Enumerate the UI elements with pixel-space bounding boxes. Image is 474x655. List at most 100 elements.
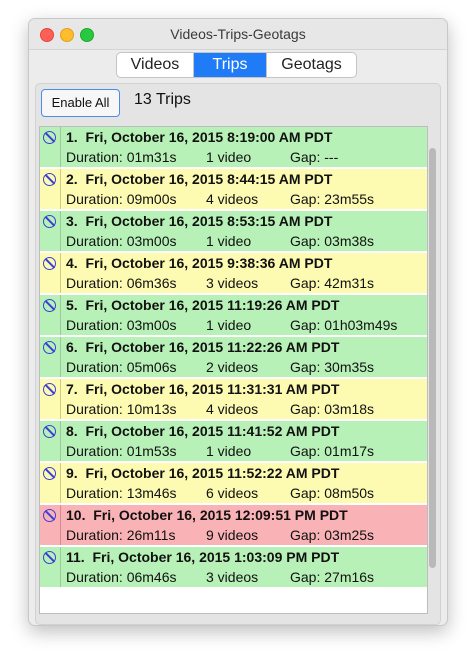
trip-row[interactable]: 8. Fri, October 16, 2015 11:41:52 AM PDT… xyxy=(40,421,427,463)
disabled-icon[interactable] xyxy=(43,257,56,270)
trip-number: 3. xyxy=(66,213,78,229)
trip-row[interactable]: 10. Fri, October 16, 2015 12:09:51 PM PD… xyxy=(40,505,427,547)
trip-video-count: 1 video xyxy=(206,233,252,249)
trip-gap: Gap: 27m16s xyxy=(290,569,375,585)
trip-datetime: Fri, October 16, 2015 11:22:26 AM PDT xyxy=(85,339,340,355)
trips-list[interactable]: 1. Fri, October 16, 2015 8:19:00 AM PDT D… xyxy=(39,126,428,614)
trip-gap: Gap: 23m55s xyxy=(290,191,375,207)
trip-duration: Duration: 01m31s xyxy=(66,149,177,165)
trip-duration: Duration: 26m11s xyxy=(66,527,176,543)
trip-row[interactable]: 3. Fri, October 16, 2015 8:53:15 AM PDT D… xyxy=(40,211,427,253)
trip-video-count: 4 videos xyxy=(206,191,259,207)
trip-duration: Duration: 03m00s xyxy=(66,317,177,333)
trip-duration: Duration: 06m46s xyxy=(66,569,177,585)
trip-row[interactable]: 1. Fri, October 16, 2015 8:19:00 AM PDT D… xyxy=(40,127,427,169)
trip-header: 9. Fri, October 16, 2015 11:52:22 AM PDT xyxy=(66,465,339,481)
row-divider xyxy=(60,547,61,587)
trip-datetime: Fri, October 16, 2015 8:19:00 AM PDT xyxy=(85,129,333,145)
row-divider xyxy=(60,463,61,503)
trips-panel: Enable All 13 Trips 1. Fri, October 16, … xyxy=(35,83,441,625)
trip-duration: Duration: 03m00s xyxy=(66,233,177,249)
disabled-icon[interactable] xyxy=(43,551,56,564)
tab-geotags[interactable]: Geotags xyxy=(267,53,356,77)
trip-number: 8. xyxy=(66,423,78,439)
trip-video-count: 1 video xyxy=(206,317,252,333)
trip-count-label: 13 Trips xyxy=(134,91,191,108)
row-divider xyxy=(60,253,61,293)
trip-row[interactable]: 7. Fri, October 16, 2015 11:31:31 AM PDT… xyxy=(40,379,427,421)
disabled-icon[interactable] xyxy=(43,173,56,186)
trip-datetime: Fri, October 16, 2015 8:44:15 AM PDT xyxy=(85,171,333,187)
trip-number: 10. xyxy=(66,507,86,523)
app-window: Videos-Trips-Geotags Videos Trips Geotag… xyxy=(28,18,448,626)
trip-datetime: Fri, October 16, 2015 11:31:31 AM PDT xyxy=(85,381,340,397)
disabled-icon[interactable] xyxy=(43,509,56,522)
disabled-icon[interactable] xyxy=(43,467,56,480)
row-divider xyxy=(60,421,61,461)
trip-video-count: 9 videos xyxy=(206,527,259,543)
trip-video-count: 3 videos xyxy=(206,275,259,291)
row-divider xyxy=(60,337,61,377)
trip-gap: Gap: 03m25s xyxy=(290,527,375,543)
trip-header: 11. Fri, October 16, 2015 1:03:09 PM PDT xyxy=(66,549,339,565)
trip-datetime: Fri, October 16, 2015 12:09:51 PM PDT xyxy=(93,507,348,523)
row-divider xyxy=(60,505,61,545)
trip-number: 1. xyxy=(66,129,78,145)
row-divider xyxy=(60,295,61,335)
title-bar: Videos-Trips-Geotags xyxy=(29,19,447,50)
disabled-icon[interactable] xyxy=(43,383,56,396)
trip-header: 2. Fri, October 16, 2015 8:44:15 AM PDT xyxy=(66,171,332,187)
enable-all-button[interactable]: Enable All xyxy=(41,89,120,117)
disabled-icon[interactable] xyxy=(43,341,56,354)
trip-duration: Duration: 05m06s xyxy=(66,359,177,375)
trip-gap: Gap: --- xyxy=(290,149,339,165)
window-title: Videos-Trips-Geotags xyxy=(170,26,306,42)
trip-gap: Gap: 03m38s xyxy=(290,233,375,249)
trip-gap: Gap: 01h03m49s xyxy=(290,317,398,333)
trip-row[interactable]: 11. Fri, October 16, 2015 1:03:09 PM PDT… xyxy=(40,547,427,589)
trip-video-count: 2 videos xyxy=(206,359,259,375)
trip-video-count: 4 videos xyxy=(206,401,259,417)
trip-number: 7. xyxy=(66,381,78,397)
disabled-icon[interactable] xyxy=(43,131,56,144)
trips-scrollbar[interactable] xyxy=(428,126,438,612)
disabled-icon[interactable] xyxy=(43,299,56,312)
trip-video-count: 1 video xyxy=(206,149,252,165)
row-divider xyxy=(60,127,61,167)
trip-number: 9. xyxy=(66,465,78,481)
trip-row[interactable]: 4. Fri, October 16, 2015 9:38:36 AM PDT D… xyxy=(40,253,427,295)
trip-video-count: 3 videos xyxy=(206,569,259,585)
trip-datetime: Fri, October 16, 2015 11:52:22 AM PDT xyxy=(85,465,340,481)
disabled-icon[interactable] xyxy=(43,215,56,228)
scrollbar-thumb[interactable] xyxy=(429,148,436,568)
trip-row[interactable]: 9. Fri, October 16, 2015 11:52:22 AM PDT… xyxy=(40,463,427,505)
trip-header: 6. Fri, October 16, 2015 11:22:26 AM PDT xyxy=(66,339,339,355)
trip-number: 2. xyxy=(66,171,78,187)
trip-gap: Gap: 08m50s xyxy=(290,485,375,501)
trip-duration: Duration: 01m53s xyxy=(66,443,177,459)
trip-video-count: 6 videos xyxy=(206,485,259,501)
trip-datetime: Fri, October 16, 2015 11:19:26 AM PDT xyxy=(85,297,340,313)
trip-number: 6. xyxy=(66,339,78,355)
trip-gap: Gap: 30m35s xyxy=(290,359,375,375)
trip-header: 3. Fri, October 16, 2015 8:53:15 AM PDT xyxy=(66,213,332,229)
trip-header: 4. Fri, October 16, 2015 9:38:36 AM PDT xyxy=(66,255,332,271)
trip-gap: Gap: 01m17s xyxy=(290,443,375,459)
trip-row[interactable]: 6. Fri, October 16, 2015 11:22:26 AM PDT… xyxy=(40,337,427,379)
trip-number: 4. xyxy=(66,255,78,271)
row-divider xyxy=(60,379,61,419)
trip-row[interactable]: 5. Fri, October 16, 2015 11:19:26 AM PDT… xyxy=(40,295,427,337)
trip-header: 1. Fri, October 16, 2015 8:19:00 AM PDT xyxy=(66,129,332,145)
trip-duration: Duration: 06m36s xyxy=(66,275,177,291)
trip-header: 8. Fri, October 16, 2015 11:41:52 AM PDT xyxy=(66,423,339,439)
tab-trips[interactable]: Trips xyxy=(194,53,267,77)
trip-row[interactable]: 2. Fri, October 16, 2015 8:44:15 AM PDT D… xyxy=(40,169,427,211)
trip-duration: Duration: 10m13s xyxy=(66,401,177,417)
trip-video-count: 1 video xyxy=(206,443,252,459)
disabled-icon[interactable] xyxy=(43,425,56,438)
row-divider xyxy=(60,169,61,209)
tab-videos[interactable]: Videos xyxy=(117,53,194,77)
trip-header: 7. Fri, October 16, 2015 11:31:31 AM PDT xyxy=(66,381,339,397)
trip-gap: Gap: 42m31s xyxy=(290,275,375,291)
row-divider xyxy=(60,211,61,251)
